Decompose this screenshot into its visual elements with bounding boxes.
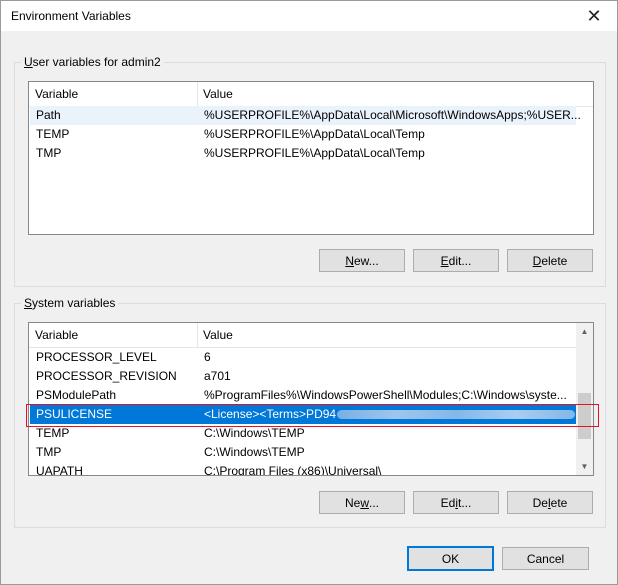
system-var-value: 6 — [204, 350, 211, 364]
system-edit-button[interactable]: Ed i t... — [413, 491, 499, 514]
system-variables-group: System variables Variable Value PROCESSO… — [14, 296, 606, 528]
close-icon[interactable]: ✕ — [571, 1, 617, 31]
user-col-variable[interactable]: Variable — [29, 82, 197, 106]
system-var-name: PROCESSOR_LEVEL — [36, 350, 157, 364]
system-var-name: UAPATH — [36, 464, 83, 476]
system-list-scrollbar[interactable]: ▲ ▼ — [576, 323, 593, 475]
user-variables-group-label: User variables for admin2 — [21, 55, 164, 69]
dialog-title: Environment Variables — [11, 9, 131, 23]
user-var-row-path[interactable]: Path %USERPROFILE%\AppData\Local\Microso… — [30, 106, 581, 125]
title-bar: Environment Variables ✕ — [1, 1, 617, 31]
system-var-row-processor-revision[interactable]: PROCESSOR_REVISION a701 — [30, 367, 576, 386]
system-var-name: TMP — [36, 445, 62, 459]
system-var-row-psmodulepath[interactable]: PSModulePath %ProgramFiles%\WindowsPower… — [30, 386, 576, 405]
user-variables-group: User variables for admin2 Variable Value… — [14, 55, 606, 287]
environment-variables-dialog: Environment Variables ✕ User variables f… — [0, 0, 618, 585]
user-var-value: %USERPROFILE%\AppData\Local\Temp — [204, 146, 425, 160]
user-edit-button[interactable]: Edit... — [413, 249, 499, 272]
user-var-name: TEMP — [36, 127, 70, 141]
system-var-value: %ProgramFiles%\WindowsPowerShell\Modules… — [204, 388, 567, 402]
cancel-button[interactable]: Cancel — [502, 547, 589, 570]
ok-button[interactable]: OK — [407, 546, 494, 571]
system-col-variable[interactable]: Variable — [29, 323, 197, 347]
user-var-value: %USERPROFILE%\AppData\Local\Temp — [204, 127, 425, 141]
system-var-value: a701 — [204, 369, 231, 383]
user-new-button[interactable]: New... — [319, 249, 405, 272]
scroll-down-arrow-icon[interactable]: ▼ — [576, 458, 593, 475]
system-variables-list[interactable]: Variable Value PROCESSOR_LEVEL 6 PROCESS… — [28, 322, 594, 476]
user-var-value: %USERPROFILE%\AppData\Local\Microsoft\Wi… — [204, 108, 581, 122]
system-var-value: C:\Windows\TEMP — [204, 445, 305, 459]
system-delete-button[interactable]: De l ete — [507, 491, 593, 514]
user-var-row-tmp[interactable]: TMP %USERPROFILE%\AppData\Local\Temp — [30, 144, 576, 163]
user-var-row-temp[interactable]: TEMP %USERPROFILE%\AppData\Local\Temp — [30, 125, 576, 144]
system-var-name: PROCESSOR_REVISION — [36, 369, 177, 383]
scroll-up-arrow-icon[interactable]: ▲ — [576, 323, 593, 340]
user-var-name: TMP — [36, 146, 62, 160]
user-var-name: Path — [36, 108, 61, 122]
system-variables-group-label: System variables — [21, 296, 119, 310]
user-col-value[interactable]: Value — [197, 82, 592, 106]
system-var-row-tmp[interactable]: TMP C:\Windows\TEMP — [30, 443, 576, 462]
highlight-box — [26, 404, 599, 427]
system-list-header: Variable Value — [29, 323, 593, 348]
user-list-header: Variable Value — [29, 82, 593, 107]
user-delete-button[interactable]: Delete — [507, 249, 593, 272]
system-var-row-processor-level[interactable]: PROCESSOR_LEVEL 6 — [30, 348, 576, 367]
system-var-row-uapath[interactable]: UAPATH C:\Program Files (x86)\Universal\ — [30, 462, 576, 476]
system-col-value[interactable]: Value — [197, 323, 576, 347]
system-var-name: PSModulePath — [36, 388, 117, 402]
system-var-value: C:\Program Files (x86)\Universal\ — [204, 464, 382, 476]
user-variables-list[interactable]: Variable Value Path %USERPROFILE%\AppDat… — [28, 81, 594, 235]
system-new-button[interactable]: Ne w... — [319, 491, 405, 514]
